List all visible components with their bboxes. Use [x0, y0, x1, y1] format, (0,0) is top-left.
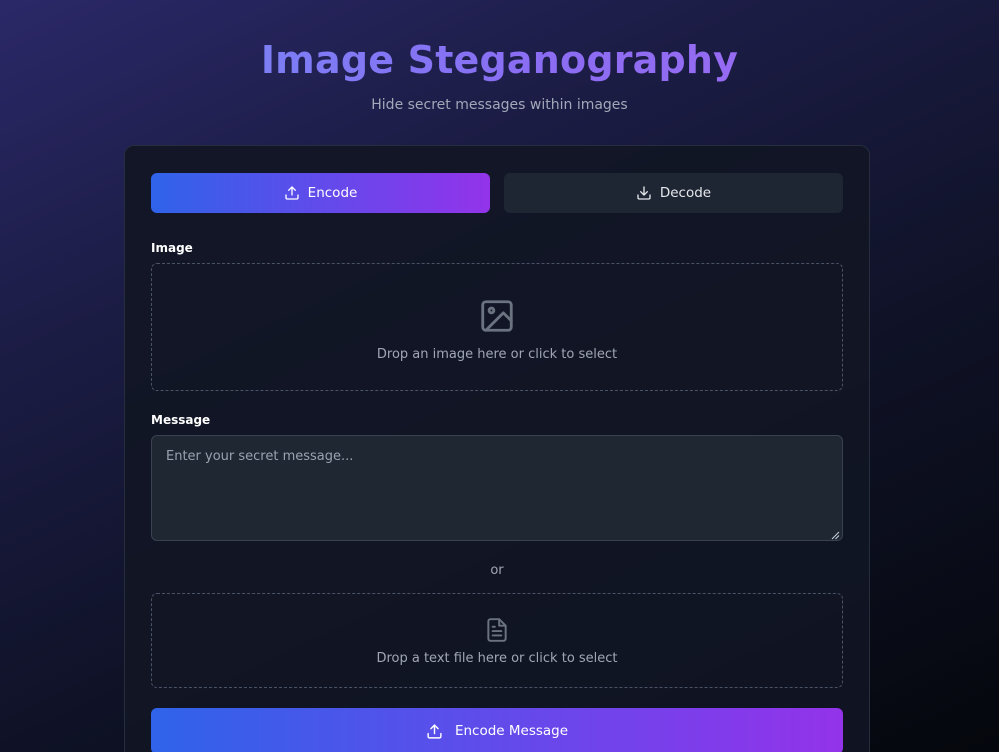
upload-icon [426, 723, 443, 740]
file-text-icon [484, 617, 510, 643]
page-subtitle: Hide secret messages within images [371, 97, 628, 113]
encode-message-label: Encode Message [454, 723, 569, 739]
image-dropzone[interactable]: Drop an image here or click to select [151, 263, 843, 391]
text-file-dropzone-text: Drop a text file here or click to select [376, 651, 618, 666]
tab-encode-label: Encode [307, 185, 358, 201]
steganography-card: Encode Decode Image Drop an image here o… [124, 145, 870, 752]
message-label: Message [151, 413, 211, 427]
image-icon [478, 297, 516, 335]
tab-encode[interactable]: Encode [151, 173, 490, 213]
message-placeholder: Enter your secret message... [166, 449, 354, 464]
download-icon [636, 185, 652, 201]
image-label: Image [151, 241, 193, 255]
message-textarea[interactable]: Enter your secret message... [151, 435, 843, 541]
text-file-dropzone[interactable]: Drop a text file here or click to select [151, 593, 843, 688]
or-divider: or [490, 563, 504, 578]
encode-message-button[interactable]: Encode Message [151, 708, 843, 752]
tab-decode-label: Decode [659, 185, 712, 201]
upload-icon [284, 185, 300, 201]
tab-decode[interactable]: Decode [504, 173, 843, 213]
resize-handle-icon[interactable] [831, 529, 840, 540]
image-dropzone-text: Drop an image here or click to select [376, 346, 618, 362]
page-title: Image Steganography [0, 38, 999, 82]
